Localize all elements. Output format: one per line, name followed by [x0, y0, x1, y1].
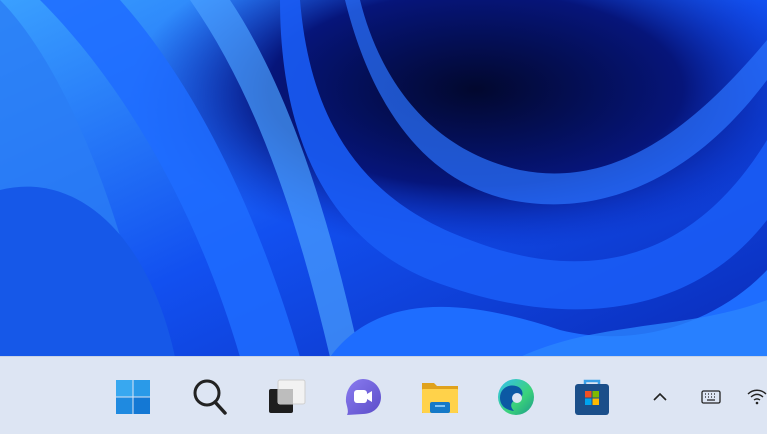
store-button[interactable] — [572, 377, 612, 417]
touch-keyboard-button[interactable] — [698, 383, 724, 411]
edge-button[interactable] — [496, 377, 536, 417]
task-view-icon — [269, 379, 306, 413]
show-hidden-icons-button[interactable] — [647, 383, 673, 411]
windows-start-icon — [116, 380, 150, 414]
file-explorer-button[interactable] — [420, 377, 460, 417]
store-bag-icon — [575, 379, 609, 415]
start-button[interactable] — [113, 377, 153, 417]
folder-icon — [422, 383, 458, 413]
chevron-up-icon — [653, 392, 667, 401]
network-button[interactable] — [744, 383, 767, 411]
search-icon — [193, 379, 227, 415]
taskbar — [0, 356, 767, 434]
video-chat-icon — [345, 379, 381, 415]
task-view-button[interactable] — [267, 377, 307, 417]
search-button[interactable] — [190, 377, 230, 417]
wifi-icon — [747, 389, 767, 405]
edge-browser-icon — [498, 379, 534, 415]
keyboard-icon — [701, 390, 721, 404]
chat-button[interactable] — [343, 377, 383, 417]
desktop-wallpaper — [0, 0, 767, 357]
